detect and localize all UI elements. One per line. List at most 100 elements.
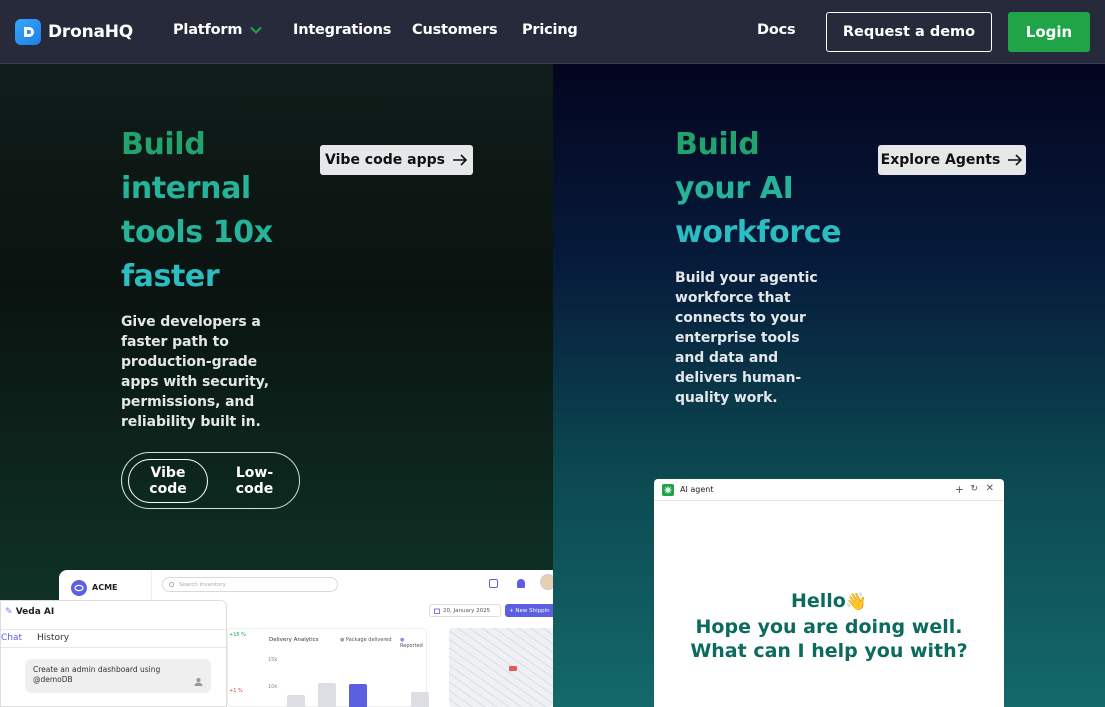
desc-line: quality work. [675,390,778,406]
right-hero-description: Build your agentic workforce that connec… [675,268,818,408]
close-icon[interactable]: ✕ [986,483,994,494]
toggle-label: Vibe [150,465,186,481]
button-label: Explore Agents [880,152,1001,168]
ai-agent-title: AI agent [680,485,714,494]
waving-hand-icon: 👋 [845,592,868,612]
dronahq-logo-icon [15,19,41,45]
toggle-label: code [149,481,187,497]
desc-line: apps with security, [121,374,269,390]
right-hero-title: Build your AI workforce [675,123,841,255]
chevron-down-icon [250,26,262,34]
legend-label: Reported [400,643,423,649]
desc-line: permissions, and [121,394,255,410]
legend-label: Package delivered [345,637,392,643]
sparkle-icon: ✎ [5,607,13,617]
bell-icon[interactable] [517,579,525,588]
veda-ai-panel: ✎ Veda AI Chat History Create an admin d… [0,600,227,707]
search-placeholder: Search inventory [179,581,226,588]
title-line: Build [675,127,760,162]
new-shipping-button[interactable]: + New Shippin [505,604,553,617]
title-line: Build [121,127,206,162]
chat-message-text: Create an admin dashboard using @demoDB [33,665,161,684]
toggle-low-code[interactable]: Low-code [217,459,292,503]
toggle-label: Low- [235,465,274,481]
desc-line: Build your agentic [675,270,818,286]
button-label: Vibe code apps [325,152,445,168]
nav-platform-label: Platform [173,22,243,38]
desc-line: workforce that [675,290,791,306]
toggle-vibe-code[interactable]: Vibe code [128,459,208,503]
nav-item-docs[interactable]: Docs [757,22,796,38]
desc-line: production-grade [121,354,258,370]
chart-bar [411,692,429,707]
greeting-line: Hope you are doing well. [695,615,963,638]
title-line: your AI [675,171,794,206]
desc-line: and data and [675,350,779,366]
login-button[interactable]: Login [1008,12,1090,52]
desc-line: enterprise tools [675,330,800,346]
legend-delivered: ● Package delivered [340,637,392,643]
desc-line: connects to your [675,310,806,326]
stat-change: +1 % [229,688,243,694]
chat-message-bubble: Create an admin dashboard using @demoDB [25,659,211,693]
map-preview[interactable] [449,628,553,707]
ai-agent-header: AI agent + ↻ ✕ [654,479,1004,501]
nav-item-integrations[interactable]: Integrations [293,22,391,38]
code-mode-toggle: Vibe code Low-code [121,452,300,509]
brand-logo[interactable]: DronaHQ [15,19,133,45]
date-label: 20, January 2025 [443,607,491,614]
divider [1,647,226,648]
title-line: faster [121,259,220,294]
vibe-code-apps-button[interactable]: Vibe code apps [320,145,473,175]
map-marker-icon [509,666,517,671]
desc-line: reliability built in. [121,414,261,430]
acme-brand: ACME [92,583,118,592]
chart-bar [318,683,336,707]
search-icon [169,581,174,587]
agent-greeting: Hello👋 Hope you are doing well. What can… [654,589,1004,664]
title-line: workforce [675,215,842,250]
nav-item-platform[interactable]: Platform [173,22,262,38]
explore-agents-button[interactable]: Explore Agents [878,145,1026,175]
tab-chat[interactable]: Chat [1,633,22,643]
chart-title: Delivery Analytics [269,637,319,643]
chart-bar [287,695,305,707]
legend-reported: ● Reported [400,637,423,649]
title-line: tools 10x [121,215,273,250]
left-hero-title: Build internal tools 10x faster [121,123,273,299]
tab-history[interactable]: History [37,633,69,643]
nav-item-customers[interactable]: Customers [412,22,498,38]
inventory-search-input[interactable]: Search inventory [162,577,338,592]
left-hero-description: Give developers a faster path to product… [121,312,269,432]
arrow-right-icon [1008,154,1023,166]
request-demo-button[interactable]: Request a demo [826,12,992,52]
divider [1,629,226,630]
desc-line: Give developers a [121,314,261,330]
stat-change: +15 % [229,632,246,638]
refresh-icon[interactable]: ↻ [970,484,978,494]
arrow-right-icon [452,154,468,166]
greeting-line: What can I help you with? [690,640,968,662]
desc-line: faster path to [121,334,229,350]
ai-agent-window: AI agent + ↻ ✕ Hello👋 Hope you are doing… [654,479,1004,707]
top-navbar: DronaHQ Platform Integrations Customers … [0,0,1105,64]
title-line: internal [121,171,251,206]
toggle-label: code [235,481,274,497]
user-icon [194,678,203,686]
veda-title-label: Veda AI [15,607,55,617]
veda-title: ✎ Veda AI [5,607,54,617]
nav-item-pricing[interactable]: Pricing [522,22,578,38]
greeting-line: Hello [790,590,846,612]
y-tick-label: 10k [268,684,278,690]
date-picker[interactable]: 20, January 2025 [429,604,501,617]
y-tick-label: 15k [268,657,278,663]
avatar[interactable] [540,574,553,590]
chart-bar [349,684,367,707]
calendar-icon [434,608,440,614]
desc-line: delivers human- [675,370,802,386]
acme-logo-icon [71,580,87,596]
delivery-analytics-card: Delivery Analytics ● Package delivered ●… [227,628,429,707]
plus-icon[interactable]: + [955,483,964,496]
brand-name: DronaHQ [48,22,134,42]
calendar-icon[interactable] [489,579,498,588]
